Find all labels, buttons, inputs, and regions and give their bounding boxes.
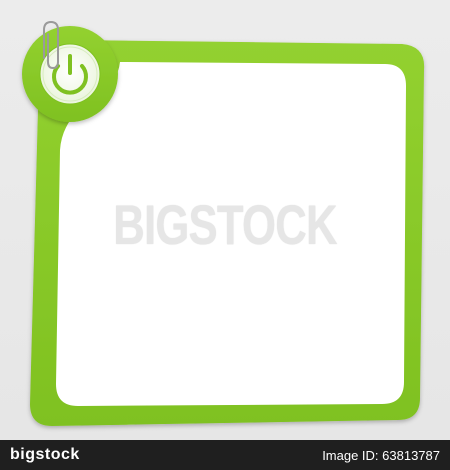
artwork-canvas: BIGSTOCK	[0, 0, 450, 440]
footer-bar: bigstock Image ID: 63813787	[0, 440, 450, 470]
image-id-label: Image ID: 63813787	[322, 448, 440, 463]
footer-logo: bigstock	[10, 446, 80, 463]
watermark-text: BIGSTOCK	[113, 193, 337, 256]
